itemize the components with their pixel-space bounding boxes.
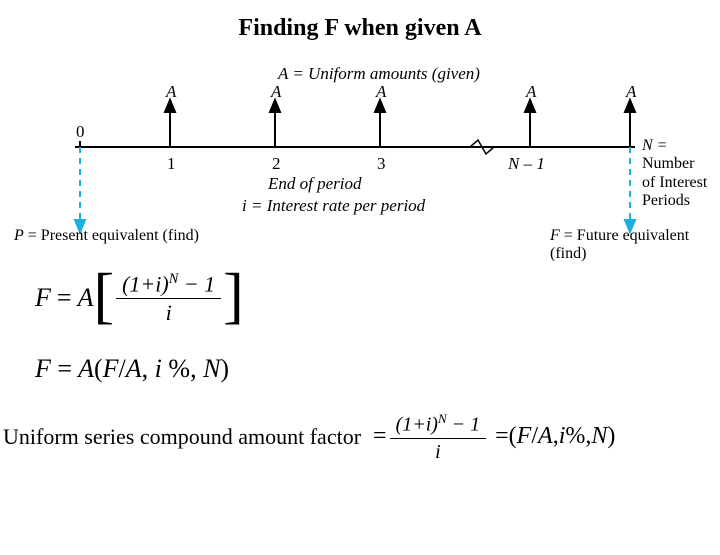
arrow-label-5: A — [626, 82, 636, 102]
F-label: F = Future equivalent (find) — [550, 227, 710, 263]
i-label: i = Interest rate per period — [242, 196, 425, 216]
page-title: Finding F when given A — [0, 15, 720, 42]
formula-F-equals: F = A [ (1+i)N − 1 i ] — [35, 267, 720, 329]
tick-0: 0 — [76, 122, 85, 142]
arrow-label-3: A — [376, 82, 386, 102]
arrow-label-2: A — [271, 82, 281, 102]
factor-name: Uniform series compound amount factor — [3, 424, 361, 450]
P-label: P = Present equivalent (find) — [14, 227, 199, 245]
formula-block: F = A [ (1+i)N − 1 i ] F = A(F/A, i %, N… — [35, 267, 720, 384]
arrow-label-1: A — [166, 82, 176, 102]
cash-flow-diagram: A = Uniform amounts (given) A A A A A 0 … — [10, 62, 710, 242]
bottom-row: Uniform series compound amount factor = … — [3, 412, 720, 462]
tick-3: 3 — [377, 154, 386, 174]
tick-Nm1: N – 1 — [508, 154, 545, 174]
tick-2: 2 — [272, 154, 281, 174]
formula-factor-notation: F = A(F/A, i %, N) — [35, 354, 720, 384]
tick-1: 1 — [167, 154, 176, 174]
N-description: N = Number of Interest Periods — [642, 137, 710, 211]
arrow-label-4: A — [526, 82, 536, 102]
factor-definition: = (1+i)N − 1 i =(F/A, i %, N) — [373, 412, 615, 462]
label-A-given: A = Uniform amounts (given) — [278, 64, 480, 84]
end-of-period: End of period — [268, 174, 362, 194]
